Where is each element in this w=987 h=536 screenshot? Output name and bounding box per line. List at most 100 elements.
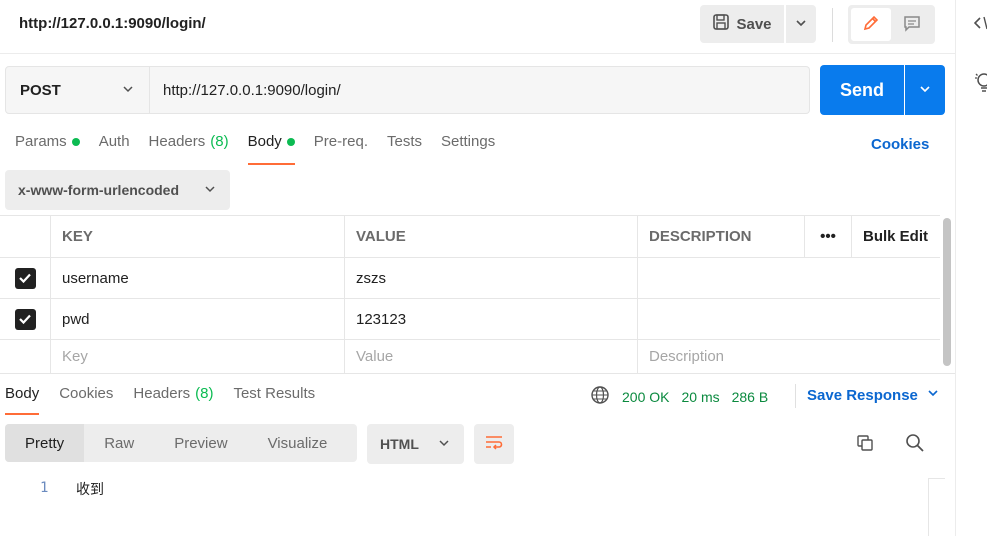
key-cell[interactable]: pwd	[50, 299, 344, 339]
row-checkbox-cell	[0, 340, 50, 373]
chevron-down-icon	[926, 386, 940, 404]
table-row-new: Key Value Description	[0, 340, 940, 373]
tab-tests[interactable]: Tests	[387, 133, 422, 165]
method-label: POST	[20, 81, 61, 99]
tab-label: Auth	[98, 133, 130, 150]
response-time[interactable]: 20 ms	[681, 389, 719, 405]
send-options-button[interactable]	[905, 65, 945, 115]
body-type-label: x-www-form-urlencoded	[18, 182, 180, 198]
edit-mode-button[interactable]	[851, 8, 891, 41]
tab-label: Cookies	[59, 385, 114, 402]
code-icon[interactable]	[973, 14, 987, 35]
row-checkbox-cell	[0, 299, 50, 339]
method-select[interactable]: POST	[5, 66, 150, 114]
value-cell[interactable]: zszs	[344, 258, 637, 298]
globe-icon[interactable]	[590, 385, 610, 408]
wrap-lines-icon	[484, 434, 504, 455]
url-input[interactable]: http://127.0.0.1:9090/login/	[150, 66, 810, 114]
column-options-button[interactable]: •••	[804, 216, 851, 257]
view-tab-visualize[interactable]: Visualize	[248, 424, 348, 462]
response-tab-headers[interactable]: Headers (8)	[133, 385, 213, 415]
save-icon	[712, 13, 730, 35]
save-label: Save	[736, 15, 772, 33]
tab-label: Settings	[441, 133, 496, 150]
format-select[interactable]: HTML	[367, 424, 464, 464]
comment-icon	[903, 14, 921, 35]
body-type-select[interactable]: x-www-form-urlencoded	[5, 170, 230, 210]
code-line[interactable]: 收到	[76, 479, 104, 499]
tab-label: Pre-req.	[313, 133, 368, 150]
format-label: HTML	[380, 436, 419, 452]
key-input[interactable]: Key	[50, 340, 344, 373]
status-dot	[286, 138, 295, 146]
key-cell[interactable]: username	[50, 258, 344, 298]
tab-label: Body	[247, 133, 282, 150]
toolbar-divider	[832, 8, 833, 42]
tab-body[interactable]: Body	[247, 133, 295, 165]
tab-label: Tests	[386, 133, 422, 150]
send-button[interactable]: Send	[820, 65, 904, 115]
description-cell[interactable]	[637, 299, 940, 339]
params-table: KEY VALUE DESCRIPTION ••• Bulk Edit user…	[0, 215, 940, 373]
lightbulb-icon[interactable]	[974, 72, 987, 97]
meta-divider	[795, 384, 796, 408]
tab-params[interactable]: Params	[15, 133, 80, 165]
save-button[interactable]: Save	[700, 5, 784, 43]
right-sidebar	[955, 0, 987, 536]
table-row: pwd 123123	[0, 299, 940, 340]
tab-label: Test Results	[233, 385, 316, 402]
row-checkbox[interactable]	[14, 308, 36, 330]
line-number: 1	[40, 480, 49, 496]
tab-pre-request[interactable]: Pre-req.	[314, 133, 368, 165]
checkmark-icon	[19, 314, 31, 325]
chevron-down-icon	[121, 82, 135, 99]
table-header-row: KEY VALUE DESCRIPTION ••• Bulk Edit	[0, 215, 940, 258]
status-badge[interactable]: 200 OK	[622, 389, 669, 405]
header-check-cell	[0, 216, 50, 257]
tab-headers[interactable]: Headers (8)	[149, 133, 229, 165]
response-tab-cookies[interactable]: Cookies	[59, 385, 113, 415]
request-tab-title[interactable]: http://127.0.0.1:9090/login/	[19, 15, 206, 32]
tab-auth[interactable]: Auth	[99, 133, 130, 165]
tab-settings[interactable]: Settings	[441, 133, 495, 165]
response-body[interactable]	[0, 470, 955, 536]
header-key: KEY	[50, 216, 344, 257]
save-response-button[interactable]: Save Response	[807, 386, 940, 404]
search-button[interactable]	[903, 432, 927, 456]
tab-label: Params	[15, 133, 67, 150]
response-size[interactable]: 286 B	[732, 389, 769, 405]
response-tab-test-results[interactable]: Test Results	[233, 385, 315, 415]
table-scrollbar[interactable]	[943, 218, 951, 366]
search-icon	[905, 433, 925, 456]
value-input[interactable]: Value	[344, 340, 637, 373]
view-tab-raw[interactable]: Raw	[84, 424, 154, 462]
view-tab-pretty[interactable]: Pretty	[5, 424, 85, 462]
tab-label: Body	[5, 385, 40, 402]
comments-button[interactable]	[891, 8, 932, 41]
response-tabs: Body Cookies Headers (8) Test Results	[5, 385, 335, 415]
cookies-link[interactable]: Cookies	[871, 136, 929, 153]
description-input[interactable]: Description	[637, 340, 940, 373]
tab-count: (8)	[195, 385, 214, 402]
code-scroll-track[interactable]	[928, 478, 945, 536]
response-view-tabs: Pretty Raw Preview Visualize	[5, 424, 357, 462]
checkmark-icon	[19, 273, 31, 284]
mode-toggle	[848, 5, 935, 44]
value-cell[interactable]: 123123	[344, 299, 637, 339]
save-response-label: Save Response	[807, 386, 918, 404]
copy-icon	[855, 433, 875, 456]
request-tabs: Params Auth Headers (8) Body Pre-req. Te…	[15, 133, 514, 165]
bulk-edit-button[interactable]: Bulk Edit	[851, 216, 940, 257]
table-row: username zszs	[0, 258, 940, 299]
copy-button[interactable]	[853, 432, 877, 456]
response-tab-body[interactable]: Body	[5, 385, 40, 415]
header-description: DESCRIPTION	[637, 216, 804, 257]
save-options-button[interactable]	[786, 5, 816, 43]
description-cell[interactable]	[637, 258, 940, 298]
wrap-lines-button[interactable]	[474, 424, 514, 464]
header-value: VALUE	[344, 216, 637, 257]
view-tab-preview[interactable]: Preview	[154, 424, 247, 462]
row-checkbox[interactable]	[14, 267, 36, 289]
chevron-down-icon	[918, 82, 932, 99]
send-group: Send	[820, 65, 945, 115]
